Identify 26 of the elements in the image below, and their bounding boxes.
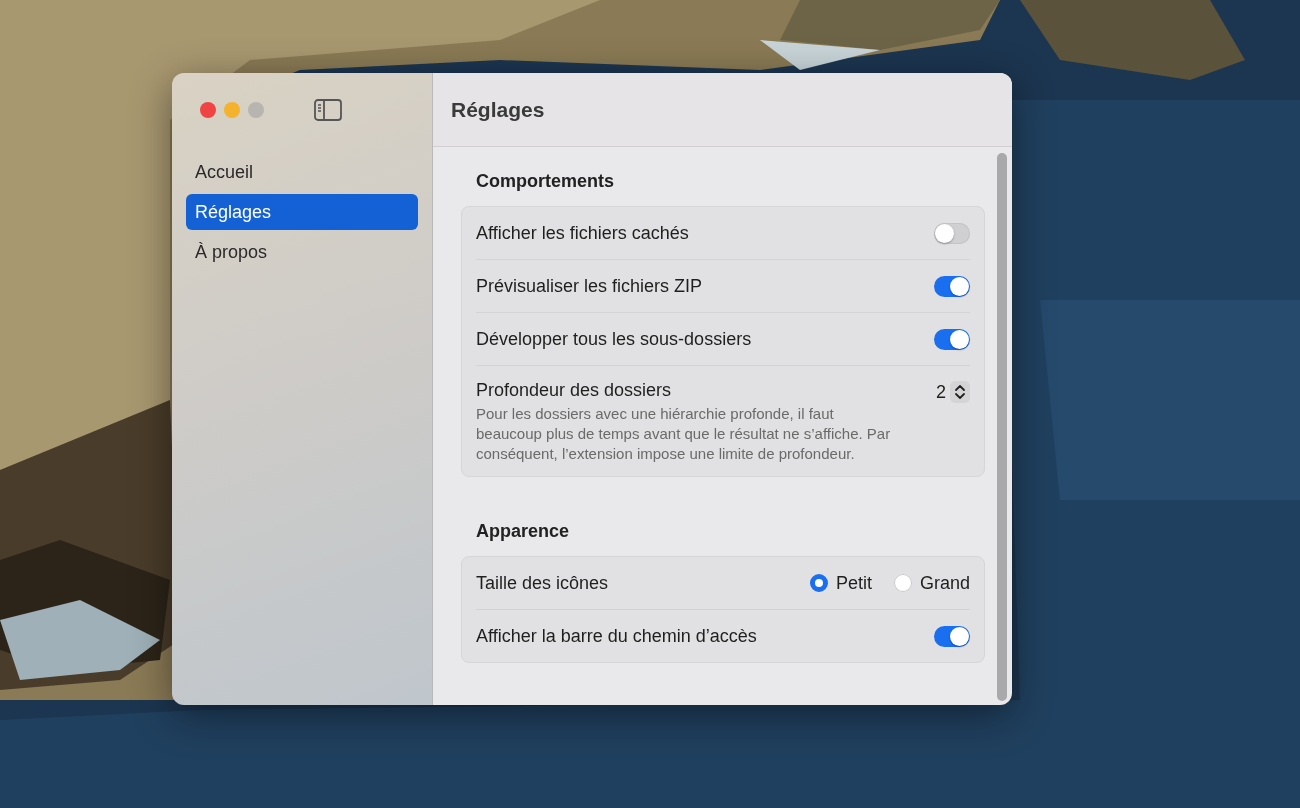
- setting-label: Développer tous les sous-dossiers: [476, 328, 752, 350]
- setting-label: Afficher les fichiers cachés: [476, 222, 689, 244]
- sidebar-item[interactable]: Accueil: [186, 154, 418, 190]
- setting-label: Taille des icônes: [476, 572, 609, 594]
- setting-description: Pour les dossiers avec une hiérarchie profonde, il faut beaucoup plus de temps avant que le résultat ne s’affiche. Par conséquent, l’extension impose une limite de profondeur.: [476, 404, 892, 464]
- close-button[interactable]: [200, 101, 216, 118]
- window-title: Réglages: [451, 97, 545, 122]
- radio-button[interactable]: [809, 574, 828, 592]
- setting-label: Afficher la barre du chemin d’accès: [476, 625, 757, 647]
- setting-label: Profondeur des dossiers: [476, 380, 673, 401]
- stepper-value: 2: [936, 381, 946, 403]
- toggle-switch[interactable]: [934, 222, 970, 244]
- scrollbar[interactable]: [995, 153, 1009, 701]
- sidebar-toggle-icon[interactable]: [314, 98, 342, 121]
- section-title: Apparence: [475, 520, 571, 543]
- setting-label: Prévisualiser les fichiers ZIP: [476, 275, 703, 297]
- section-title: Comportements: [475, 170, 615, 193]
- stepper-control[interactable]: [950, 381, 970, 403]
- radio-label[interactable]: Grand: [919, 572, 970, 594]
- toggle-switch[interactable]: [934, 275, 970, 297]
- radio-button[interactable]: [893, 574, 912, 592]
- toggle-switch[interactable]: [934, 328, 970, 350]
- sidebar-item[interactable]: Réglages: [186, 194, 418, 230]
- radio-label[interactable]: Petit: [835, 572, 872, 594]
- sidebar-item[interactable]: À propos: [186, 234, 418, 270]
- toggle-switch[interactable]: [934, 625, 970, 647]
